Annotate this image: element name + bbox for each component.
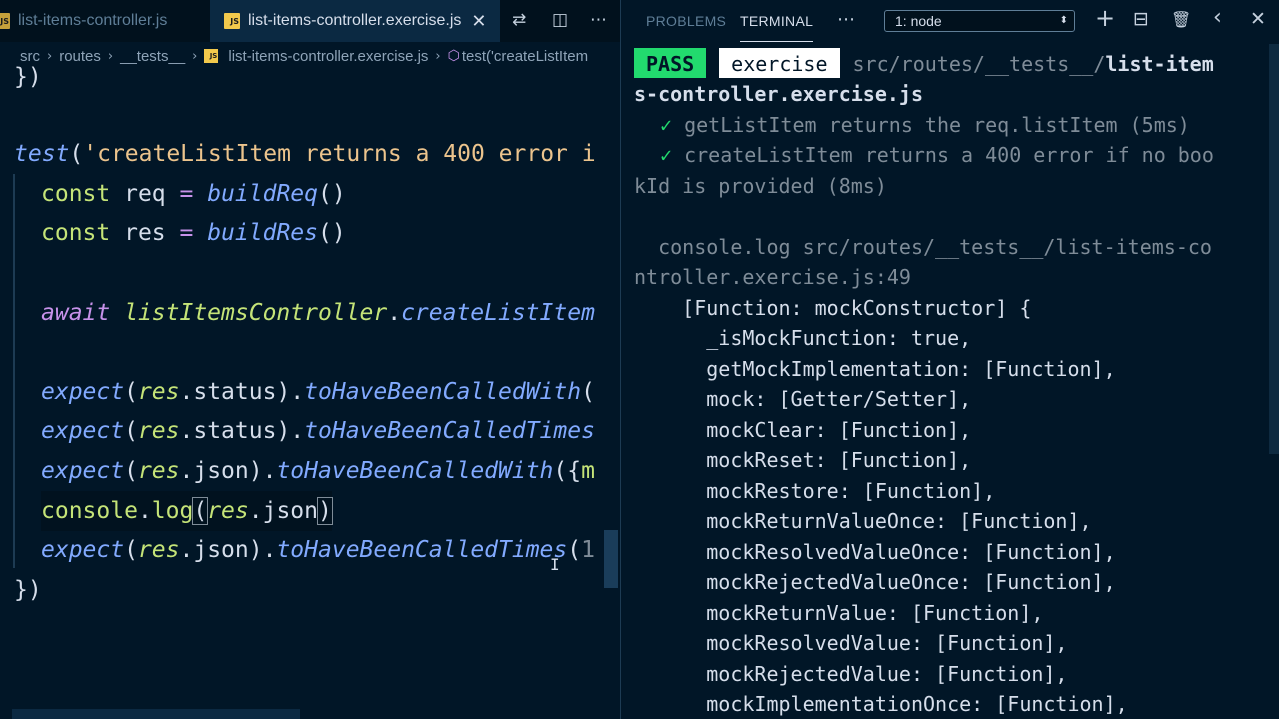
terminal-line: getMockImplementation: [Function], <box>634 357 1116 381</box>
code-line: expect(res.status).toHaveBeenCalledWith( <box>41 379 595 405</box>
terminal-line: [Function: mockConstructor] { <box>634 296 1032 320</box>
pass-badge: PASS <box>634 48 707 78</box>
chevron-right-icon: › <box>192 48 198 64</box>
terminal-line: mockResolvedValue: [Function], <box>634 631 1068 655</box>
check-icon: ✓ <box>660 143 673 167</box>
chevron-right-icon: › <box>435 48 441 64</box>
terminal-line: mockReturnValue: [Function], <box>634 601 1044 625</box>
code-line: }) <box>14 64 42 90</box>
chevron-right-icon: › <box>47 48 53 64</box>
horizontal-scrollbar[interactable] <box>12 709 300 719</box>
code-line: test('createListItem returns a 400 error… <box>14 141 596 167</box>
vscode-window: JS list-items-controller.js JS list-item… <box>0 0 1279 719</box>
tab-label: list-items-controller.exercise.js <box>248 12 462 29</box>
open-changes-icon[interactable]: ⇄ <box>512 10 526 30</box>
breadcrumb-item[interactable]: list-items-controller.exercise.js <box>228 48 428 65</box>
js-file-icon: JS <box>224 13 240 29</box>
project-badge: exercise <box>719 48 840 78</box>
js-file-icon: JS <box>0 13 10 29</box>
more-actions-icon[interactable]: ⋯ <box>837 9 855 30</box>
split-editor-icon[interactable]: ◫ <box>552 10 568 30</box>
terminal-line: _isMockFunction: true, <box>634 326 972 350</box>
trash-icon[interactable]: 🗑 <box>1171 10 1191 29</box>
tab-list-items-controller-exercise[interactable]: JS list-items-controller.exercise.js ✕ <box>210 0 500 42</box>
test-result-header: PASS exercise src/routes/__tests__/list-it… <box>634 48 1214 79</box>
code-line: }) <box>14 577 42 603</box>
terminal-line: mockRestore: [Function], <box>634 479 996 503</box>
tab-problems[interactable]: PROBLEMS <box>646 13 726 29</box>
tab-label: list-items-controller.js <box>18 12 168 29</box>
code-line: expect(res.json).toHaveBeenCalledTimes(1 <box>41 537 595 563</box>
terminal-select[interactable]: 1: node ⬍ <box>884 10 1075 32</box>
terminal-line: mockReset: [Function], <box>634 448 972 472</box>
code-line: const res = buildRes() <box>41 220 346 246</box>
terminal-line: mock: [Getter/Setter], <box>634 387 972 411</box>
terminal-line: mockRejectedValue: [Function], <box>634 662 1068 686</box>
check-icon: ✓ <box>660 113 673 137</box>
editor-tab-bar: JS list-items-controller.js JS list-item… <box>0 0 620 42</box>
breadcrumb-item[interactable]: routes <box>59 48 101 65</box>
split-terminal-icon[interactable]: ⊟ <box>1133 8 1149 30</box>
terminal-line: mockResolvedValueOnce: [Function], <box>634 540 1116 564</box>
chevron-left-icon[interactable]: ‹ <box>1213 5 1222 30</box>
close-panel-icon[interactable]: ✕ <box>1250 8 1266 30</box>
code-line: await listItemsController.createListItem <box>41 300 595 326</box>
select-arrows-icon: ⬍ <box>1059 15 1068 26</box>
terminal-line: mockImplementationOnce: [Function], <box>634 692 1128 716</box>
code-line: expect(res.json).toHaveBeenCalledWith({m <box>41 458 595 484</box>
terminal-line: s-controller.exercise.js <box>634 82 923 106</box>
tab-list-items-controller[interactable]: JS list-items-controller.js <box>0 0 208 42</box>
terminal-panel: PROBLEMS TERMINAL ⋯ 1: node ⬍ + ⊟ 🗑 ‹ ✕ … <box>621 0 1279 719</box>
terminal-line: kId is provided (8ms) <box>634 174 887 198</box>
chevron-right-icon: › <box>107 48 114 64</box>
minimap-slider[interactable] <box>604 530 618 588</box>
indent-guide <box>13 174 15 568</box>
terminal-line: ✓ getListItem returns the req.listItem (… <box>660 113 1190 137</box>
code-line: expect(res.status).toHaveBeenCalledTimes <box>41 418 595 444</box>
panel-header: PROBLEMS TERMINAL ⋯ 1: node ⬍ + ⊟ 🗑 ‹ ✕ <box>621 0 1279 42</box>
terminal-line: ntroller.exercise.js:49 <box>634 265 911 289</box>
close-icon[interactable]: ✕ <box>471 11 486 32</box>
breadcrumb-item[interactable]: test('createListItem <box>462 48 588 65</box>
js-file-icon: JS <box>204 49 219 63</box>
terminal-line: mockRejectedValueOnce: [Function], <box>634 570 1116 594</box>
terminal-line: console.log src/routes/__tests__/list-it… <box>634 235 1212 259</box>
tab-terminal[interactable]: TERMINAL <box>740 13 814 42</box>
breadcrumb-item[interactable]: __tests__ <box>120 48 185 65</box>
breadcrumb: src › routes › __tests__ › JS list-items… <box>0 42 620 70</box>
terminal-line: ✓ createListItem returns a 400 error if … <box>660 143 1214 167</box>
code-line-current: console.log(res.json) <box>41 491 333 531</box>
function-symbol-icon: ⬡ <box>447 48 460 64</box>
terminal-line: mockReturnValueOnce: [Function], <box>634 509 1092 533</box>
add-terminal-icon[interactable]: + <box>1095 4 1115 32</box>
editor-pane: JS list-items-controller.js JS list-item… <box>0 0 620 719</box>
text-cursor-icon: I <box>550 555 560 574</box>
terminal-line: mockClear: [Function], <box>634 418 972 442</box>
code-line: const req = buildReq() <box>41 181 346 207</box>
terminal-scrollbar[interactable] <box>1269 44 1279 454</box>
more-actions-icon[interactable]: ⋯ <box>590 10 607 30</box>
